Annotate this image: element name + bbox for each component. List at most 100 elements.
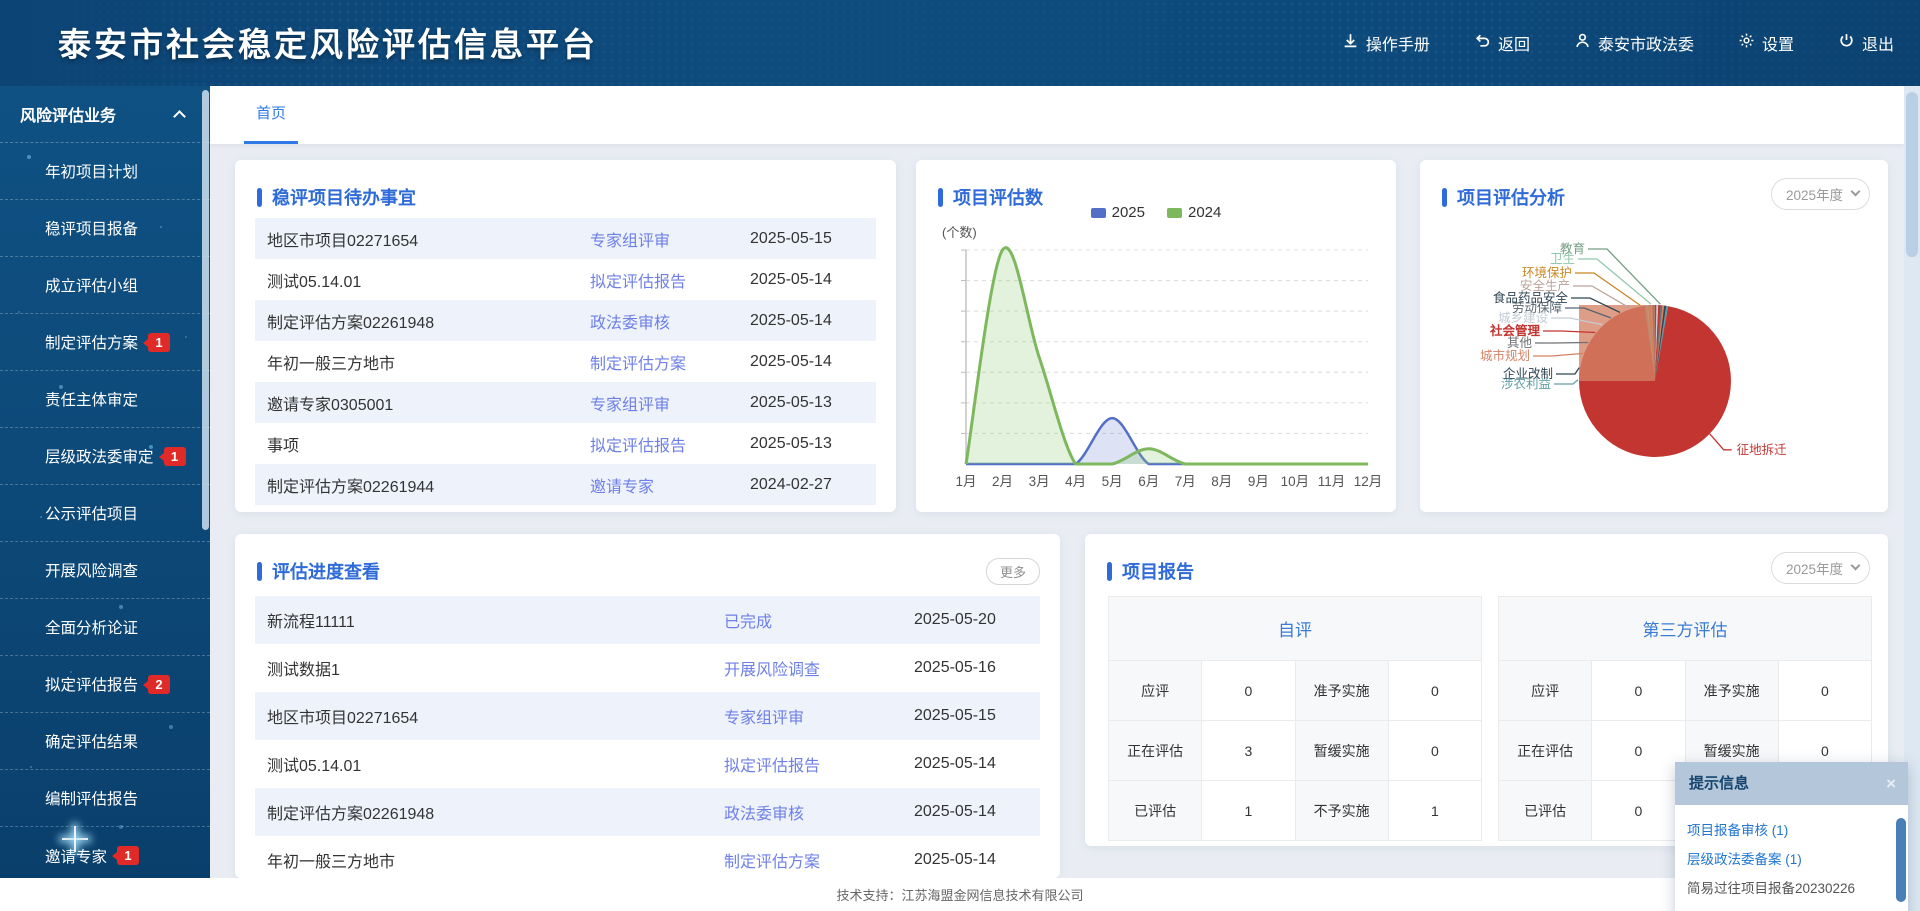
notification-popup-header: 提示信息 × — [1675, 762, 1908, 805]
legend-item-2024[interactable]: 2024 — [1167, 204, 1221, 221]
sidebar-item-1[interactable]: 年初项目计划 — [0, 143, 210, 200]
page-scrollbar-thumb[interactable] — [1906, 92, 1918, 257]
menu-item-logout[interactable]: 退出 — [1838, 31, 1894, 55]
row-date: 2025-05-13 — [750, 394, 862, 412]
menu-item-settings[interactable]: 设置 — [1738, 31, 1794, 55]
sidebar-item-8[interactable]: 开展风险调查 — [0, 542, 210, 599]
sidebar-item-2[interactable]: 稳评项目报备 — [0, 200, 210, 257]
stage-link[interactable]: 拟定评估报告 — [590, 268, 750, 292]
pending-row: 制定评估方案02261944邀请专家2024-02-27 — [255, 464, 876, 505]
chevron-down-icon — [1851, 187, 1861, 197]
pie-label: 环境保护 — [1522, 265, 1572, 280]
page-title: 泰安市社会稳定风险评估信息平台 — [58, 18, 598, 66]
row-date: 2025-05-13 — [750, 435, 862, 453]
metric-value: 3 — [1202, 721, 1295, 781]
metric-label: 暂缓实施 — [1295, 721, 1388, 781]
notification-badge: 1 — [117, 846, 139, 865]
legend-item-2025[interactable]: 2025 — [1091, 204, 1145, 221]
menu-item-back[interactable]: 返回 — [1474, 31, 1530, 55]
sidebar-item-label: 编制评估报告 — [45, 787, 138, 809]
svg-text:11月: 11月 — [1318, 474, 1346, 489]
tab-home[interactable]: 首页 — [242, 86, 300, 144]
notification-scrollbar-thumb[interactable] — [1896, 818, 1906, 902]
card-title-text: 稳评项目待办事宜 — [272, 184, 416, 210]
sidebar-item-label: 确定评估结果 — [45, 730, 138, 752]
metric-value: 0 — [1778, 661, 1871, 721]
report-table-row: 应评0准予实施0 — [1109, 661, 1482, 721]
notification-link[interactable]: 项目报备审核 (1) — [1687, 816, 1896, 845]
sidebar-item-label: 稳评项目报备 — [45, 217, 138, 239]
notification-badge: 2 — [148, 675, 170, 694]
sidebar-item-6[interactable]: 层级政法委审定1 — [0, 428, 210, 485]
report-table-row: 应评0准予实施0 — [1499, 661, 1872, 721]
menu-item-manual[interactable]: 操作手册 — [1342, 31, 1430, 55]
notification-text: 简易过往项目报备20230226 — [1687, 874, 1896, 903]
svg-text:6月: 6月 — [1138, 474, 1159, 489]
sidebar-item-5[interactable]: 责任主体审定 — [0, 371, 210, 428]
report-table-self: 自评应评0准予实施0正在评估3暂缓实施0已评估1不予实施1 — [1108, 596, 1482, 841]
pie-label: 征地拆迁 — [1737, 442, 1788, 457]
sidebar-item-label: 拟定评估报告 — [45, 673, 138, 695]
sidebar-item-11[interactable]: 确定评估结果 — [0, 713, 210, 770]
menu-item-label: 操作手册 — [1366, 31, 1430, 55]
notification-list: 项目报备审核 (1)层级政法委备案 (1)简易过往项目报备20230226 — [1675, 805, 1908, 911]
project-name: 邀请专家0305001 — [267, 391, 590, 415]
menu-item-label: 退出 — [1862, 31, 1894, 55]
progress-row: 年初一般三方地市制定评估方案2025-05-14 — [255, 836, 1040, 878]
sidebar-item-13[interactable]: 邀请专家1 — [0, 827, 210, 880]
stage-link[interactable]: 拟定评估报告 — [590, 432, 750, 456]
power-icon — [1838, 32, 1855, 54]
stage-link[interactable]: 制定评估方案 — [724, 848, 914, 872]
sidebar-item-label: 全面分析论证 — [45, 616, 138, 638]
return-icon — [1474, 32, 1491, 54]
stage-link[interactable]: 政法委审核 — [590, 309, 750, 333]
metric-value: 1 — [1388, 781, 1481, 841]
menu-item-account[interactable]: 泰安市政法委 — [1574, 31, 1694, 55]
stage-link[interactable]: 制定评估方案 — [590, 350, 750, 374]
notification-title: 提示信息 — [1689, 775, 1749, 792]
stage-link[interactable]: 邀请专家 — [590, 473, 750, 497]
year-select[interactable]: 2025年度 — [1771, 552, 1870, 584]
sidebar-group-risk-assessment[interactable]: 风险评估业务 — [0, 86, 210, 143]
svg-text:3月: 3月 — [1029, 474, 1050, 489]
sidebar-item-7[interactable]: 公示评估项目 — [0, 485, 210, 542]
pie-label: 涉农利益 — [1501, 377, 1551, 391]
year-select-value: 2025年度 — [1786, 188, 1843, 203]
menu-item-label: 设置 — [1762, 31, 1794, 55]
stage-link[interactable]: 专家组评审 — [590, 227, 750, 251]
close-icon[interactable]: × — [1886, 762, 1896, 805]
more-button[interactable]: 更多 — [986, 558, 1040, 585]
svg-text:8月: 8月 — [1211, 474, 1232, 489]
sidebar-group-label: 风险评估业务 — [20, 102, 116, 126]
stage-link[interactable]: 已完成 — [724, 608, 914, 632]
notification-link[interactable]: 层级政法委备案 (1) — [1687, 845, 1896, 874]
progress-row: 测试05.14.01拟定评估报告2025-05-14 — [255, 740, 1040, 788]
report-table-title: 第三方评估 — [1499, 597, 1872, 661]
sidebar-item-label: 层级政法委审定 — [45, 445, 154, 467]
title-bar-decoration — [1107, 562, 1112, 581]
stage-link[interactable]: 开展风险调查 — [724, 656, 914, 680]
row-date: 2025-05-14 — [914, 851, 1026, 869]
sidebar-scrollbar[interactable] — [202, 90, 209, 530]
sidebar-item-10[interactable]: 拟定评估报告 2 — [0, 656, 210, 713]
sidebar-items: 年初项目计划稳评项目报备成立评估小组制定评估方案1责任主体审定层级政法委审定1公… — [0, 143, 210, 880]
stage-link[interactable]: 政法委审核 — [724, 800, 914, 824]
stage-link[interactable]: 专家组评审 — [724, 704, 914, 728]
sidebar-item-4[interactable]: 制定评估方案1 — [0, 314, 210, 371]
sidebar-item-3[interactable]: 成立评估小组 — [0, 257, 210, 314]
pending-row: 测试05.14.01拟定评估报告2025-05-14 — [255, 259, 876, 300]
report-table-row: 正在评估3暂缓实施0 — [1109, 721, 1482, 781]
sidebar-item-9[interactable]: 全面分析论证 — [0, 599, 210, 656]
stage-link[interactable]: 拟定评估报告 — [724, 752, 914, 776]
card-title-text: 项目报告 — [1122, 558, 1194, 584]
sidebar-item-12[interactable]: 编制评估报告 — [0, 770, 210, 827]
metric-label: 准予实施 — [1295, 661, 1388, 721]
project-name: 事项 — [267, 432, 590, 456]
project-name: 年初一般三方地市 — [267, 350, 590, 374]
project-name: 制定评估方案02261944 — [267, 473, 590, 497]
menu-item-label: 返回 — [1498, 31, 1530, 55]
svg-text:2月: 2月 — [992, 474, 1013, 489]
metric-label: 不予实施 — [1295, 781, 1388, 841]
sidebar-item-label: 成立评估小组 — [45, 274, 138, 296]
stage-link[interactable]: 专家组评审 — [590, 391, 750, 415]
